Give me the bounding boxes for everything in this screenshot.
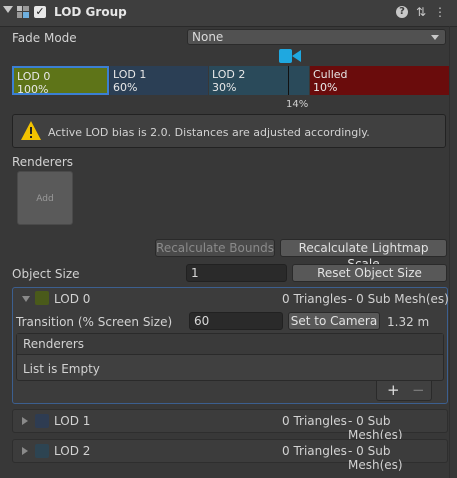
reset-object-size-button[interactable]: Reset Object Size	[292, 264, 447, 282]
recalculate-bounds-button[interactable]: Recalculate Bounds	[155, 239, 275, 257]
warning-box: Active LOD bias is 2.0. Distances are ad…	[12, 114, 446, 148]
lod-segment-name: LOD 2	[212, 68, 246, 81]
warning-icon	[21, 121, 41, 140]
lod0-color-swatch	[35, 291, 49, 305]
transition-input[interactable]: 60	[189, 312, 283, 330]
lod1-row[interactable]: LOD 1 0 Triangles - 0 Sub Mesh(es)	[12, 409, 448, 442]
lod2-foldout-icon[interactable]	[22, 447, 28, 455]
lod1-name: LOD 1	[54, 414, 91, 428]
lod1-submeshes: - 0 Sub Mesh(es)	[348, 414, 403, 442]
lod-segment-value: 10%	[313, 81, 338, 94]
lod0-submeshes: - 0 Sub Mesh(es)	[348, 292, 449, 306]
lod0-triangles: 0 Triangles	[282, 292, 347, 306]
lod1-color-swatch	[35, 414, 49, 428]
camera-icon[interactable]	[279, 48, 301, 64]
lod-bar-segment-culled[interactable]: Culled 10%	[310, 66, 449, 95]
transition-label: Transition (% Screen Size)	[16, 315, 173, 329]
lod2-color-swatch	[35, 444, 49, 458]
context-menu-icon[interactable]: ⋮	[434, 6, 446, 18]
lod-bar-segment-lod0[interactable]: LOD 0 100%	[12, 66, 109, 96]
lod0-foldout-icon[interactable]	[22, 296, 30, 302]
chevron-down-icon	[431, 35, 439, 40]
lod1-triangles: 0 Triangles	[282, 414, 347, 428]
remove-item-button[interactable]: −	[412, 381, 425, 399]
renderers-label: Renderers	[12, 155, 74, 169]
fade-mode-value: None	[192, 30, 224, 44]
lod0-renderers-list: Renderers List is Empty	[16, 333, 444, 381]
list-add-remove-bar: + −	[376, 381, 432, 401]
camera-percentage: 14%	[286, 99, 309, 110]
fade-mode-label: Fade Mode	[12, 31, 77, 45]
lod2-name: LOD 2	[54, 444, 91, 458]
renderers-list-title: Renderers	[23, 337, 85, 351]
lod-segment-name: Culled	[313, 68, 348, 81]
object-size-input[interactable]: 1	[186, 264, 287, 282]
set-to-camera-button[interactable]: Set to Camera	[288, 312, 380, 330]
camera-position-line	[288, 66, 289, 95]
help-icon[interactable]: ?	[396, 6, 408, 18]
foldout-arrow-icon[interactable]	[3, 6, 13, 13]
lod1-foldout-icon[interactable]	[22, 417, 28, 425]
lod0-distance: 1.32 m	[387, 315, 430, 329]
list-empty-text: List is Empty	[23, 362, 100, 376]
scrollbar-track[interactable]	[449, 26, 450, 478]
renderers-list-header: Renderers	[17, 334, 443, 355]
fade-mode-dropdown[interactable]: None	[187, 29, 446, 45]
warning-text: Active LOD bias is 2.0. Distances are ad…	[48, 126, 370, 139]
lod0-name: LOD 0	[54, 292, 91, 306]
lod2-submeshes: - 0 Sub Mesh(es)	[348, 444, 403, 472]
add-renderer-button[interactable]: Add	[17, 171, 73, 225]
lod-bar-segment-lod2[interactable]: LOD 2 30%	[209, 66, 309, 95]
component-title: LOD Group	[54, 5, 127, 19]
lod-group-icon	[17, 6, 29, 18]
object-size-label: Object Size	[12, 267, 80, 281]
add-item-button[interactable]: +	[387, 381, 400, 399]
recalculate-lightmap-scale-button[interactable]: Recalculate Lightmap Scale	[280, 239, 447, 271]
lod-segment-value: 100%	[17, 83, 49, 96]
lod-segment-name: LOD 0	[17, 70, 51, 83]
lod-segment-name: LOD 1	[113, 68, 147, 81]
lod-segment-value: 60%	[113, 81, 138, 94]
lod2-triangles: 0 Triangles	[282, 444, 347, 458]
lod-bar-segment-lod1[interactable]: LOD 1 60%	[110, 66, 208, 95]
lod-segment-value: 30%	[212, 81, 237, 94]
component-header: ✓ LOD Group ? ⇅ ⋮	[0, 0, 457, 27]
presets-icon[interactable]: ⇅	[415, 6, 427, 18]
lod2-row[interactable]: LOD 2 0 Triangles - 0 Sub Mesh(es)	[12, 439, 448, 472]
enabled-checkbox[interactable]: ✓	[34, 6, 46, 18]
